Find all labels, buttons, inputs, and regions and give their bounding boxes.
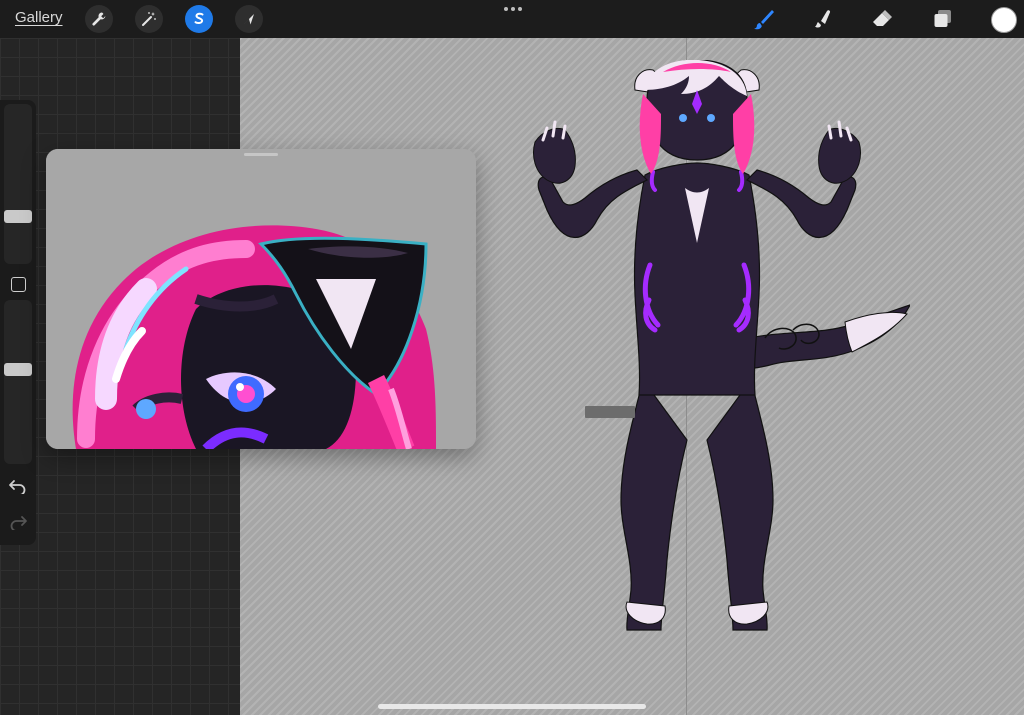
character-artwork [533, 60, 910, 631]
selection-s-icon [194, 12, 204, 24]
layers-button[interactable] [929, 5, 957, 33]
reference-window-handle[interactable] [244, 153, 278, 156]
actions-button[interactable] [85, 5, 113, 33]
opacity-slider[interactable] [4, 300, 32, 464]
selection-handle[interactable] [585, 406, 635, 418]
selection-button[interactable] [185, 5, 213, 33]
eraser-icon [873, 10, 892, 26]
color-picker-button[interactable] [991, 7, 1017, 33]
more-options-icon[interactable] [502, 2, 524, 16]
modify-square-icon[interactable] [11, 277, 26, 292]
transform-button[interactable] [235, 5, 263, 33]
magic-wand-icon [142, 12, 156, 26]
undo-icon[interactable] [8, 478, 28, 494]
reference-image [46, 149, 476, 449]
brush-tool-button[interactable] [750, 5, 778, 33]
eraser-tool-button[interactable] [868, 5, 896, 33]
side-slider-bar [0, 100, 36, 545]
layers-icon [934, 10, 951, 27]
wrench-icon [92, 12, 106, 26]
home-indicator [378, 704, 646, 709]
brush-size-knob[interactable] [4, 209, 32, 223]
brush-icon [754, 10, 774, 30]
gallery-button[interactable]: Gallery [15, 9, 63, 26]
redo-icon[interactable] [8, 514, 28, 530]
smudge-icon [815, 10, 831, 28]
brush-size-slider[interactable] [4, 104, 32, 264]
smudge-tool-button[interactable] [809, 5, 837, 33]
adjustments-button[interactable] [135, 5, 163, 33]
reference-window[interactable] [46, 149, 476, 449]
arrow-cursor-icon [244, 14, 254, 25]
top-toolbar: Gallery [0, 0, 1024, 38]
opacity-knob[interactable] [4, 363, 32, 377]
